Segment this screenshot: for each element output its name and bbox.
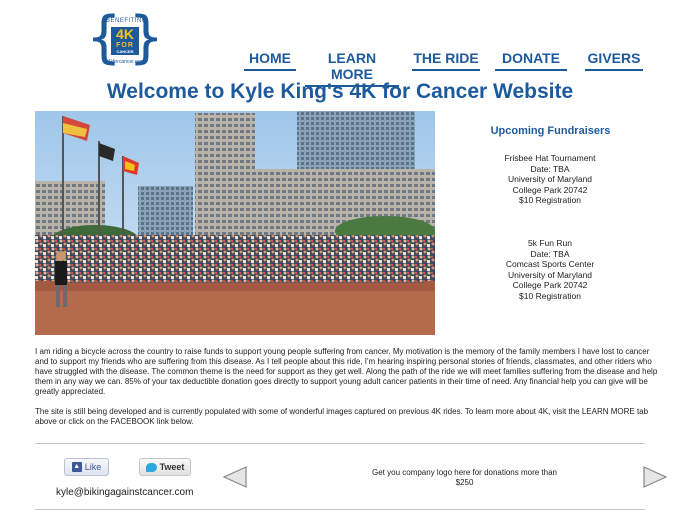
divider — [35, 509, 645, 510]
previous-arrow-icon[interactable] — [222, 465, 248, 489]
event-title: Frisbee Hat Tournament — [504, 153, 596, 163]
nav-givers[interactable]: GIVERS — [585, 50, 643, 71]
tweet-label: Tweet — [159, 462, 185, 472]
logo-4k-text: 4K — [116, 26, 134, 42]
nav-the-ride[interactable]: THE RIDE — [412, 50, 480, 71]
fundraiser-event: Frisbee Hat Tournament Date: TBA Univers… — [470, 153, 630, 206]
event-city: College Park 20742 — [512, 280, 588, 290]
main-nav: HOME LEARN MORE THE RIDE DONATE GIVERS — [0, 50, 700, 87]
page-title: Welcome to Kyle King's 4K for Cancer Web… — [106, 80, 574, 103]
event-fee: $10 Registration — [519, 290, 581, 301]
contact-email[interactable]: kyle@bikingagainstcancer.com — [56, 487, 193, 498]
event-city: College Park 20742 — [512, 184, 588, 195]
event-title: 5k Fun Run — [528, 238, 572, 248]
mission-paragraph: I am riding a bicycle across the country… — [35, 347, 658, 396]
facebook-like-button[interactable]: ▲ Like — [64, 458, 109, 476]
fundraiser-event: 5k Fun Run Date: TBA Comcast Sports Cent… — [470, 238, 630, 301]
logo-for-text: FOR — [116, 42, 134, 49]
sponsor-message: Get you company logo here for donations … — [372, 468, 557, 487]
event-venue: University of Maryland — [507, 174, 593, 184]
like-label: Like — [84, 462, 102, 472]
hero-photo — [35, 111, 435, 335]
event-venue: Comcast Sports Center — [505, 259, 595, 269]
thumbs-up-icon: ▲ — [71, 462, 82, 472]
upcoming-fundraisers-heading: Upcoming Fundraisers — [490, 125, 611, 137]
nav-donate[interactable]: DONATE — [495, 50, 567, 71]
event-fee: $10 Registration — [519, 195, 581, 205]
logo-benefiting-text: BENEFITING — [106, 18, 148, 24]
twitter-bird-icon — [145, 462, 157, 472]
divider — [35, 443, 645, 444]
next-arrow-icon[interactable] — [642, 465, 668, 489]
tweet-button[interactable]: Tweet — [139, 458, 191, 476]
event-date: Date: TBA — [530, 163, 570, 174]
event-venue-2: University of Maryland — [507, 269, 593, 280]
site-info-paragraph: The site is still being developed and is… — [35, 407, 649, 426]
nav-home[interactable]: HOME — [244, 50, 296, 71]
event-date: Date: TBA — [530, 248, 570, 259]
